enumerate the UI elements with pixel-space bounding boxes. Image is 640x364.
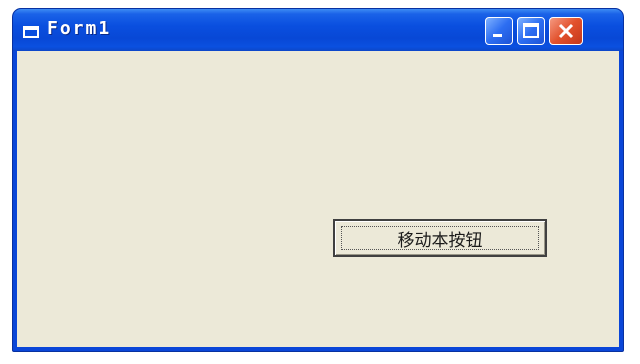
close-icon [550, 18, 582, 44]
minimize-button[interactable] [485, 17, 513, 45]
close-button[interactable] [549, 17, 583, 45]
move-button-label: 移动本按钮 [397, 230, 483, 251]
move-this-button[interactable]: 移动本按钮 [333, 219, 547, 257]
maximize-button[interactable] [517, 17, 545, 45]
form-client-area: 移动本按钮 [17, 51, 619, 347]
minimize-icon [486, 18, 512, 44]
maximize-icon [518, 18, 544, 44]
window-title: Form1 [47, 18, 112, 39]
title-bar[interactable]: Form1 [13, 9, 623, 51]
form1-window: Form1 移动本按钮 [12, 8, 624, 352]
form-icon[interactable] [23, 23, 39, 38]
